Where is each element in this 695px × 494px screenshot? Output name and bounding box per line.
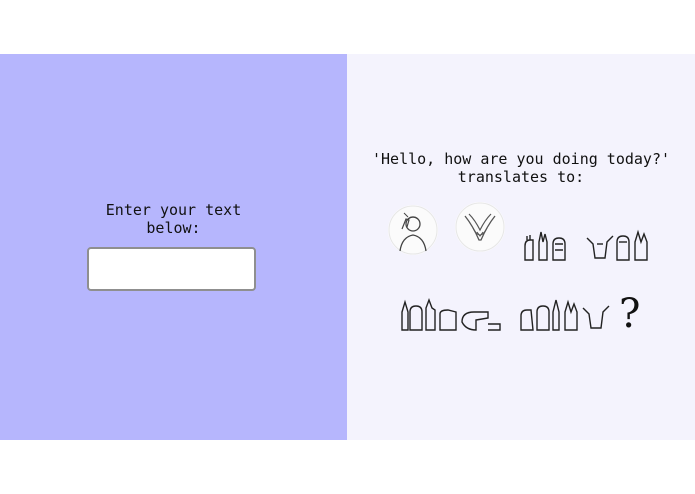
text-input[interactable] [87, 247, 256, 291]
fingerspell-are-image [521, 228, 569, 268]
translation-heading-line2: translates to: [457, 168, 585, 186]
output-panel: 'Hello, how are you doing today?' transl… [347, 54, 695, 440]
sign-how-image [455, 202, 505, 252]
input-panel: Enter your text below: [0, 54, 347, 440]
app-frame: Enter your text below: 'Hello, how are y… [0, 54, 695, 440]
translation-heading: 'Hello, how are you doing today?' transl… [347, 150, 695, 186]
input-prompt: Enter your text below: [105, 201, 242, 237]
question-mark: ? [619, 291, 641, 337]
fingerspell-you-image [585, 228, 653, 268]
fingerspell-today-image [519, 298, 615, 338]
fingerspell-doing-image [400, 298, 504, 338]
sign-hello-image [388, 205, 438, 255]
translation-heading-line1: 'Hello, how are you doing today?' [371, 150, 670, 168]
